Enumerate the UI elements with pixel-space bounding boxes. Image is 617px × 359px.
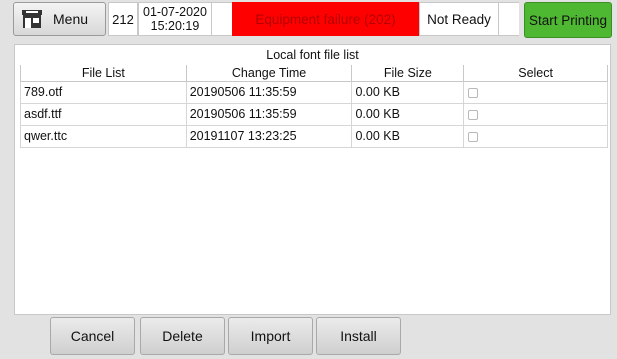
spacer — [499, 2, 519, 36]
font-file-table: File List Change Time File Size Select 7… — [20, 65, 608, 148]
date-text: 01-07-2020 — [143, 5, 207, 19]
change-time-cell: 20190506 11:35:59 — [185, 102, 353, 126]
status-indicator: Not Ready — [419, 2, 499, 36]
spacer — [212, 2, 232, 36]
file-name-cell: qwer.ttc — [20, 124, 187, 148]
table-header-row: File List Change Time File Size Select — [20, 65, 608, 82]
date-time-display: 01-07-2020 15:20:19 — [138, 2, 212, 36]
column-header-select: Select — [463, 65, 608, 82]
start-printing-button[interactable]: Start Printing — [524, 2, 612, 38]
table-row[interactable]: qwer.ttc 20191107 13:23:25 0.00 KB — [20, 124, 608, 148]
select-cell — [463, 102, 608, 126]
select-checkbox[interactable] — [468, 87, 479, 98]
select-cell — [463, 124, 608, 148]
select-checkbox[interactable] — [468, 109, 479, 120]
file-name-cell: asdf.ttf — [20, 102, 187, 126]
panel-title: Local font file list — [266, 48, 359, 62]
change-time-cell: 20191107 13:23:25 — [185, 124, 353, 148]
table-row[interactable]: asdf.ttf 20190506 11:35:59 0.00 KB — [20, 102, 608, 126]
delete-button[interactable]: Delete — [140, 317, 225, 355]
menu-label: Menu — [53, 11, 89, 27]
table-row[interactable]: 789.otf 20190506 11:35:59 0.00 KB — [20, 80, 608, 104]
alarm-banner[interactable]: Equipment failure (202) — [232, 2, 419, 36]
menu-button[interactable]: Menu — [13, 2, 106, 36]
column-header-file-list: File List — [20, 65, 187, 82]
job-counter: 212 — [108, 2, 138, 36]
file-size-cell: 0.00 KB — [351, 80, 465, 104]
font-file-panel: Local font file list File List Change Ti… — [14, 44, 611, 315]
file-size-cell: 0.00 KB — [351, 102, 465, 126]
install-button[interactable]: Install — [316, 317, 401, 355]
select-checkbox[interactable] — [468, 131, 479, 142]
cancel-button[interactable]: Cancel — [50, 317, 135, 355]
file-size-cell: 0.00 KB — [351, 124, 465, 148]
select-cell — [463, 80, 608, 104]
change-time-cell: 20190506 11:35:59 — [185, 80, 353, 104]
time-text: 15:20:19 — [150, 19, 200, 33]
column-header-change-time: Change Time — [185, 65, 353, 82]
top-bar: Menu 212 01-07-2020 15:20:19 Equipment f… — [0, 0, 617, 40]
column-header-file-size: File Size — [351, 65, 465, 82]
file-name-cell: 789.otf — [20, 80, 187, 104]
import-button[interactable]: Import — [228, 317, 313, 355]
home-icon — [22, 10, 42, 28]
